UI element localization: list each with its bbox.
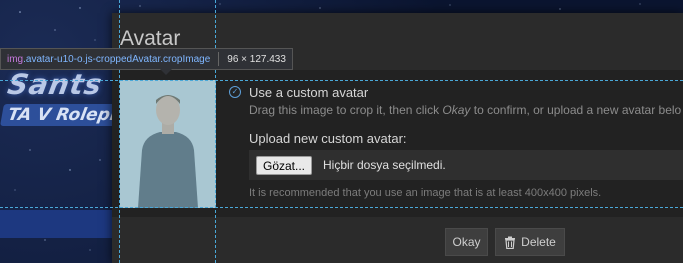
dialog-footer: Okay Delete — [112, 217, 683, 263]
okay-button-label: Okay — [452, 235, 481, 249]
crop-hint: Drag this image to crop it, then click O… — [249, 103, 681, 117]
size-recommendation: It is recommended that you use an image … — [249, 187, 602, 199]
delete-button[interactable]: Delete — [495, 228, 565, 256]
avatar-crop-image[interactable] — [120, 80, 216, 208]
inspector-tooltip: img .avatar-u10-o.js-croppedAvatar.cropIm… — [0, 48, 293, 70]
inspector-guide-top — [0, 80, 683, 81]
tooltip-size: 96 × 127.433 — [227, 53, 286, 65]
file-input[interactable]: Gözat... Hiçbir dosya seçilmedi. — [249, 150, 683, 180]
tooltip-divider — [218, 52, 220, 66]
custom-avatar-option[interactable]: ✓ Use a custom avatar — [229, 83, 368, 101]
delete-button-label: Delete — [521, 235, 556, 249]
inspector-guide-bottom — [0, 207, 683, 208]
custom-avatar-label: Use a custom avatar — [249, 84, 369, 100]
tooltip-arrow — [160, 69, 172, 75]
tooltip-tag: img — [7, 53, 24, 65]
highlight-overlay — [120, 80, 216, 208]
inspector-guide-left — [119, 0, 120, 263]
inspector-guide-right — [215, 0, 216, 263]
hint-text-2: to confirm, or upload a new avatar belo — [470, 103, 682, 117]
hint-text-1: Drag this image to crop it, then click — [249, 103, 443, 117]
file-status: Hiçbir dosya seçilmedi. — [323, 158, 446, 172]
okay-button[interactable]: Okay — [445, 228, 488, 256]
trash-icon — [505, 236, 516, 249]
upload-label: Upload new custom avatar: — [249, 131, 407, 146]
hint-okay-emphasis: Okay — [442, 103, 471, 117]
background-band — [0, 210, 120, 238]
browse-button[interactable]: Gözat... — [256, 156, 313, 175]
background-logo-title: Sants — [5, 68, 105, 101]
radio-checked-icon[interactable]: ✓ — [229, 86, 241, 98]
tooltip-selector: .avatar-u10-o.js-croppedAvatar.cropImage — [23, 53, 211, 65]
